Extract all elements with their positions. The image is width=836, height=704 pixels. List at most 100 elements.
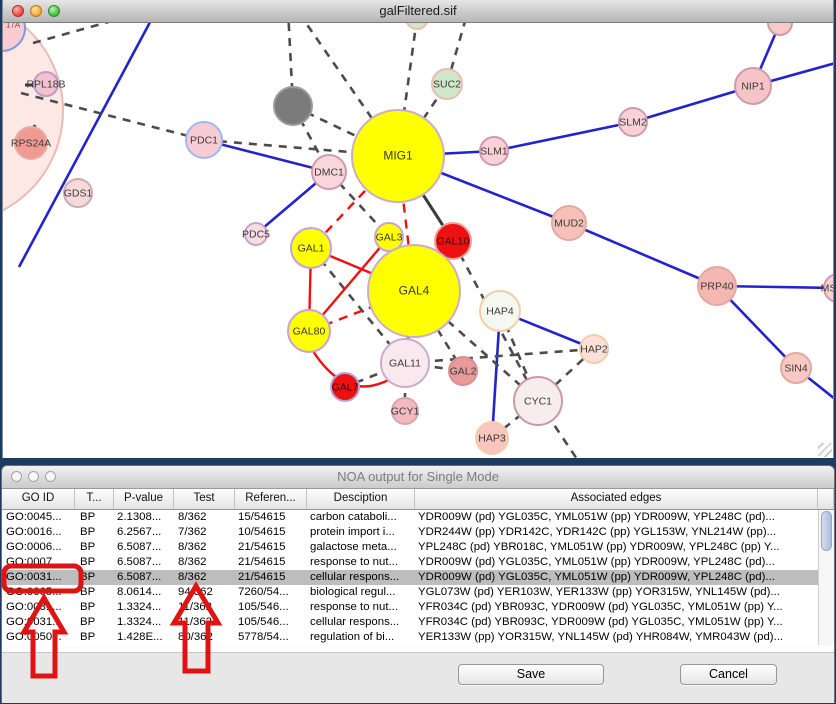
edge-gray[interactable] <box>405 349 594 363</box>
close-button[interactable] <box>11 471 22 482</box>
minimize-button[interactable] <box>30 5 42 17</box>
cell-description: cellular respons... <box>307 615 415 630</box>
column-header-referen-[interactable]: Referen... <box>235 489 307 509</box>
node-GRAY1[interactable] <box>274 87 312 125</box>
cell-description: carbon cataboli... <box>307 510 415 525</box>
cell-go_id: GO:0045... <box>2 510 75 525</box>
cell-t: BP <box>75 615 114 630</box>
node-label-SLM1: SLM1 <box>480 146 508 158</box>
cell-associated_edges: YER133W (pp) YOR315W, YNL145W (pd) YHR08… <box>415 630 820 645</box>
scrollbar-thumb[interactable] <box>821 511 832 551</box>
cell-test: 8/362 <box>174 555 235 570</box>
node-label-SLM2: SLM2 <box>619 117 647 129</box>
edge-gray[interactable] <box>33 23 155 43</box>
cell-reference: 10/54615 <box>235 525 307 540</box>
cell-go_id: GO:0006... <box>2 540 75 555</box>
resize-grip[interactable] <box>818 443 832 457</box>
column-header-t-[interactable]: T... <box>75 489 114 509</box>
cell-t: BP <box>75 510 114 525</box>
cell-reference: 15/54615 <box>235 510 307 525</box>
cell-p_value: 6.5087... <box>114 540 174 555</box>
table-row[interactable]: GO:0031...BP1.3324...11/362105/546...res… <box>2 600 820 615</box>
node-label-GAL10: GAL10 <box>437 236 470 248</box>
table-row[interactable]: GO:0065...BP8.0614...94/3627260/54...bio… <box>2 585 820 600</box>
node-label-GAL80: GAL80 <box>293 326 326 338</box>
zoom-button[interactable] <box>45 471 56 482</box>
table-row[interactable]: GO:0031...BP6.5087...8/36221/54615cellul… <box>2 570 820 585</box>
node-label-NIP1: NIP1 <box>741 81 765 93</box>
close-button[interactable] <box>12 5 24 17</box>
cell-associated_edges: YDR009W (pd) YGL035C, YML051W (pp) YDR00… <box>415 570 820 585</box>
table-row[interactable]: GO:0006...BP6.5087...8/36221/54615galact… <box>2 540 820 555</box>
save-button[interactable]: Save <box>458 664 604 685</box>
network-window-titlebar[interactable]: galFiltered.sif <box>3 0 833 23</box>
node-label-GAL11: GAL11 <box>389 358 421 370</box>
zoom-button[interactable] <box>48 5 60 17</box>
table-row[interactable]: GO:0031...BP1.3324...11/362105/546...cel… <box>2 615 820 630</box>
cell-associated_edges: YFR034C (pd) YBR093C, YDR009W (pd) YGL03… <box>415 615 820 630</box>
node-label-GDS1: GDS1 <box>64 188 93 200</box>
cell-test: 8/362 <box>174 570 235 585</box>
column-header-associated-edges[interactable]: Associated edges <box>415 489 818 509</box>
node-label-MSI: MSI <box>821 283 833 295</box>
minimize-button[interactable] <box>28 471 39 482</box>
table-row[interactable]: GO:0050...BP1.428E...80/3625778/54...reg… <box>2 630 820 645</box>
cell-go_id: GO:0031... <box>2 600 75 615</box>
edge-blue[interactable] <box>494 122 633 151</box>
column-header-desciption[interactable]: Desciption <box>307 489 415 509</box>
column-header-test[interactable]: Test <box>174 489 235 509</box>
noa-window-titlebar[interactable]: NOA output for Single Mode <box>2 466 834 489</box>
node-label-SIN4: SIN4 <box>784 363 808 375</box>
network-window-title: galFiltered.sif <box>3 0 833 21</box>
cell-go_id: GO:0031... <box>2 615 75 630</box>
table-row[interactable]: GO:0045...BP2.1308...8/36215/54615carbon… <box>2 510 820 525</box>
table-row[interactable]: GO:0016...BP6.2567...7/36210/54615protei… <box>2 525 820 540</box>
cell-description: regulation of bi... <box>307 630 415 645</box>
node-TOPGREEN[interactable] <box>406 23 428 29</box>
table-row[interactable]: GO:0007...BP6.5087...8/36221/54615respon… <box>2 555 820 570</box>
cell-p_value: 6.2567... <box>114 525 174 540</box>
cell-description: cellular respons... <box>307 570 415 585</box>
column-header-go-id[interactable]: GO ID <box>2 489 75 509</box>
node-label-PDC1: PDC1 <box>190 135 218 147</box>
cell-associated_edges: YDR009W (pd) YGL035C, YML051W (pp) YDR00… <box>415 510 820 525</box>
noa-window-title: NOA output for Single Mode <box>2 466 834 487</box>
node-label-HAP3: HAP3 <box>478 433 506 445</box>
node-label-HAP4: HAP4 <box>486 306 514 318</box>
cancel-button[interactable]: Cancel <box>680 664 777 685</box>
cell-test: 8/362 <box>174 510 235 525</box>
network-graph: 17ARPL18BRPS24AGDS1PDC1DMC1MIG1SUC2SLM1S… <box>3 23 833 458</box>
network-window: galFiltered.sif 17ARPL18BRPS24AGDS1PDC1D… <box>2 0 834 458</box>
node-label-CYC1: CYC1 <box>524 396 552 408</box>
cell-reference: 21/54615 <box>235 540 307 555</box>
cell-associated_edges: YFR034C (pd) YBR093C, YDR009W (pd) YGL03… <box>415 600 820 615</box>
vertical-scrollbar[interactable] <box>818 510 834 645</box>
cell-test: 11/362 <box>174 615 235 630</box>
cell-go_id: GO:0065... <box>2 585 75 600</box>
network-canvas[interactable]: 17ARPL18BRPS24AGDS1PDC1DMC1MIG1SUC2SLM1S… <box>3 23 833 458</box>
node-label-PRP40: PRP40 <box>700 281 733 293</box>
cell-test: 94/362 <box>174 585 235 600</box>
column-header-p-value[interactable]: P-value <box>114 489 174 509</box>
node-label-TOPLEFT: 17A <box>6 23 21 30</box>
node-label-RPS24A: RPS24A <box>11 138 51 150</box>
cell-test: 80/362 <box>174 630 235 645</box>
cell-associated_edges: YGL073W (pd) YER103W, YER133W (pp) YOR31… <box>415 585 820 600</box>
cell-reference: 105/546... <box>235 615 307 630</box>
scrollbar-header-corner <box>818 489 834 509</box>
cell-description: response to nut... <box>307 555 415 570</box>
edge-blue[interactable] <box>569 223 717 286</box>
cell-description: protein import i... <box>307 525 415 540</box>
table-body: GO:0045...BP2.1308...8/36215/54615carbon… <box>2 510 834 645</box>
node-label-MIG1: MIG1 <box>383 149 413 163</box>
cell-t: BP <box>75 540 114 555</box>
traffic-lights <box>12 5 60 17</box>
node-BIG[interactable] <box>3 23 63 223</box>
node-label-GAL2: GAL2 <box>450 366 477 378</box>
cell-reference: 105/546... <box>235 600 307 615</box>
cell-p_value: 1.3324... <box>114 615 174 630</box>
node-TOPPINK[interactable] <box>768 23 792 35</box>
cell-p_value: 6.5087... <box>114 555 174 570</box>
cell-associated_edges: YPL248C (pd) YBR018C, YML051W (pp) YDR00… <box>415 540 820 555</box>
cell-p_value: 2.1308... <box>114 510 174 525</box>
